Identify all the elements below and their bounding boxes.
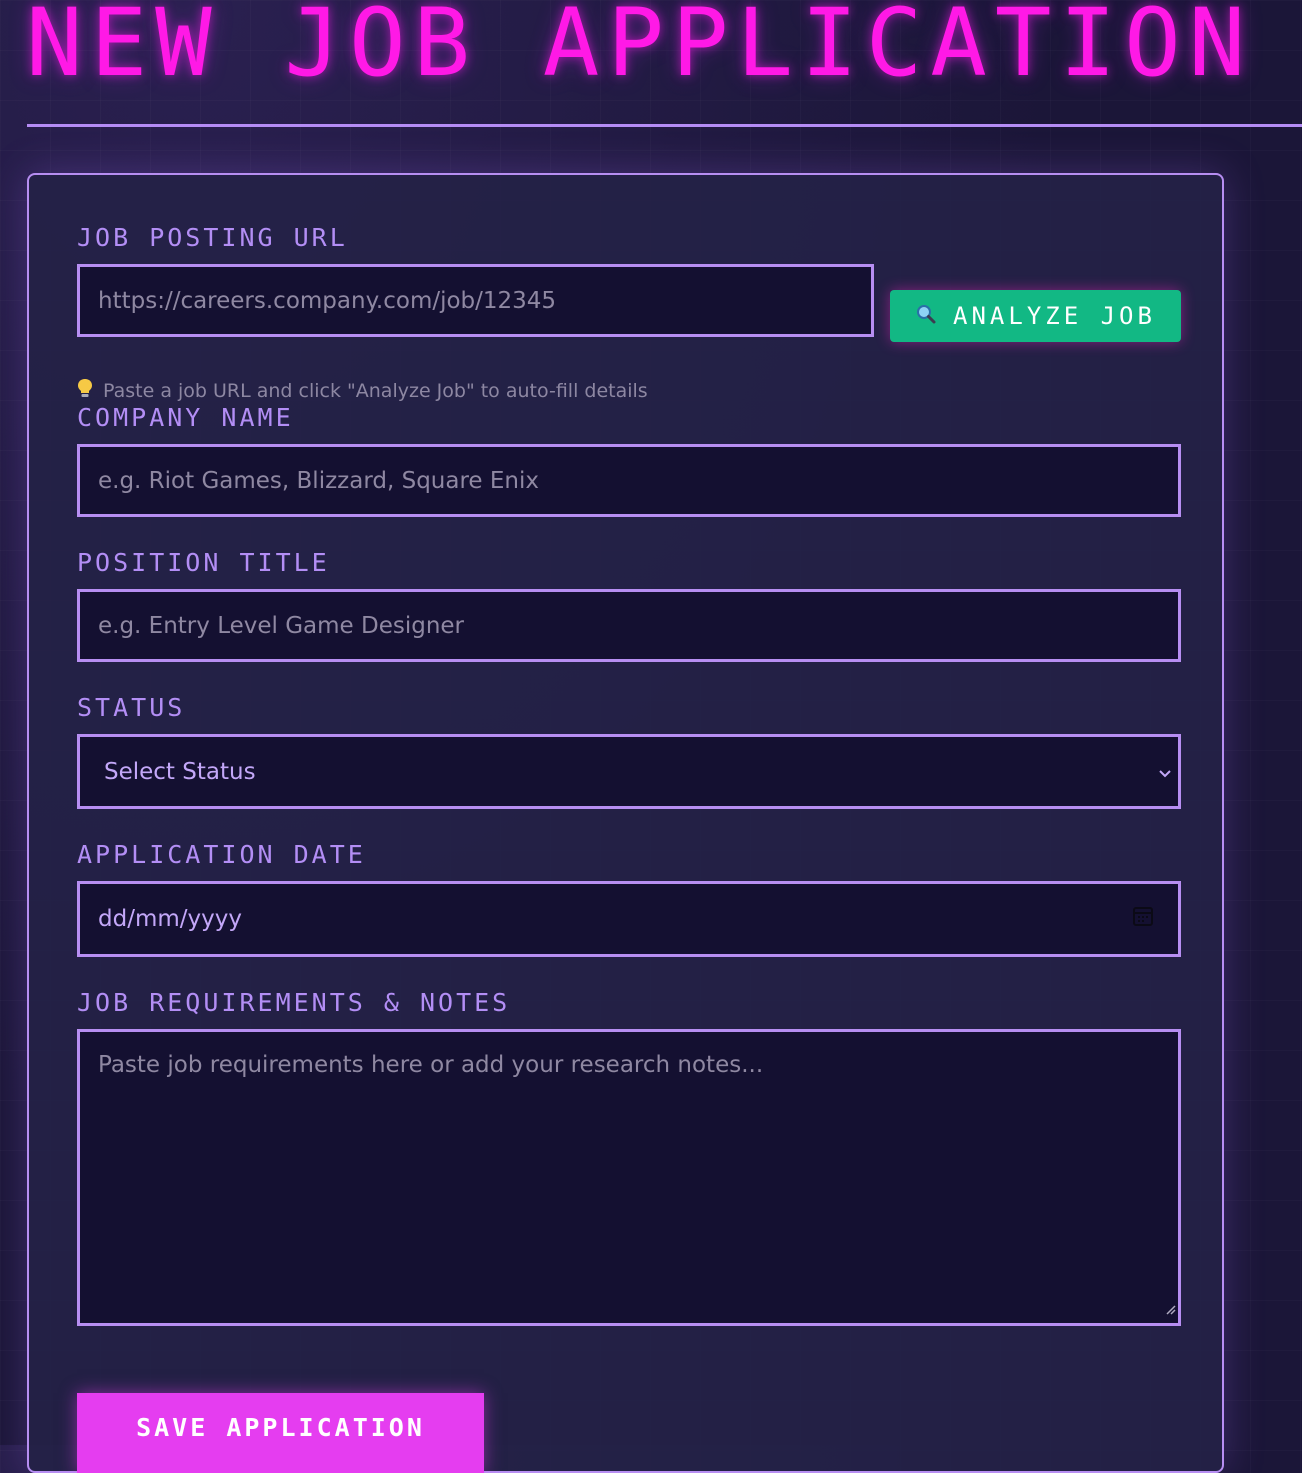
- notes-textarea[interactable]: Paste job requirements here or add your …: [77, 1029, 1181, 1326]
- status-select[interactable]: Select Status: [77, 734, 1181, 809]
- job-url-placeholder: https://careers.company.com/job/12345: [98, 287, 557, 314]
- application-date-input[interactable]: dd/mm/yyyy: [77, 881, 1181, 957]
- job-application-form: JOB POSTING URL https://careers.company.…: [27, 173, 1224, 1473]
- position-title-input[interactable]: e.g. Entry Level Game Designer: [77, 589, 1181, 662]
- company-name-placeholder: e.g. Riot Games, Blizzard, Square Enix: [98, 467, 539, 494]
- resize-handle-icon[interactable]: [1164, 1295, 1176, 1321]
- status-label: STATUS: [77, 693, 186, 722]
- url-hint: Paste a job URL and click "Analyze Job" …: [77, 378, 648, 403]
- company-name-label: COMPANY NAME: [77, 403, 294, 432]
- chevron-down-icon: [1158, 759, 1172, 785]
- analyze-job-label: ANALYZE JOB: [953, 302, 1156, 330]
- application-date-label: APPLICATION DATE: [77, 840, 366, 869]
- position-title-placeholder: e.g. Entry Level Game Designer: [98, 612, 465, 639]
- magnifier-icon: [915, 303, 937, 329]
- job-url-input[interactable]: https://careers.company.com/job/12345: [77, 264, 874, 337]
- application-date-placeholder: dd/mm/yyyy: [98, 906, 242, 932]
- job-url-label: JOB POSTING URL: [77, 223, 348, 252]
- position-title-label: POSITION TITLE: [77, 548, 330, 577]
- notes-label: JOB REQUIREMENTS & NOTES: [77, 988, 511, 1017]
- save-application-label: SAVE APPLICATION: [136, 1413, 425, 1442]
- lightbulb-icon: [77, 378, 93, 403]
- analyze-job-button[interactable]: ANALYZE JOB: [890, 290, 1181, 342]
- calendar-icon[interactable]: [1132, 905, 1154, 933]
- save-application-button[interactable]: SAVE APPLICATION: [77, 1393, 484, 1473]
- title-divider: [27, 124, 1302, 127]
- status-selected-value: Select Status: [104, 758, 256, 785]
- company-name-input[interactable]: e.g. Riot Games, Blizzard, Square Enix: [77, 444, 1181, 517]
- url-hint-text: Paste a job URL and click "Analyze Job" …: [103, 379, 648, 402]
- page-title: NEW JOB APPLICATION: [26, 0, 1254, 98]
- notes-placeholder: Paste job requirements here or add your …: [98, 1052, 764, 1078]
